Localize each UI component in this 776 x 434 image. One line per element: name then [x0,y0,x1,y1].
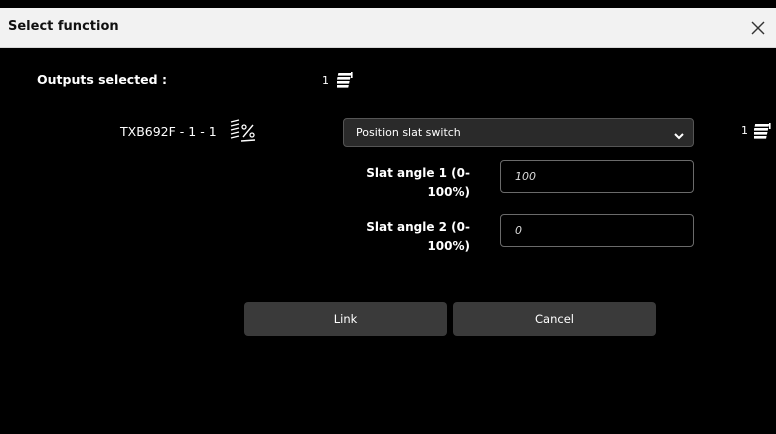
device-output-count: 1 [741,124,748,137]
dialog-title: Select function [8,19,119,34]
device-name: TXB692F - 1 - 1 [120,124,217,139]
slat-angle-2-input[interactable]: 0 [500,214,694,247]
outputs-selected-count: 1 [322,74,329,87]
blind-slat-percent-icon [229,119,257,143]
blind-stack-icon [337,70,355,90]
close-icon [751,21,765,35]
slat-angle-1-input[interactable]: 100 [500,160,694,193]
dialog-titlebar: Select function [0,8,776,48]
select-function-dialog: Select function Outputs selected : 1 TXB… [0,0,776,434]
blind-stack-icon [754,120,774,142]
slat-angle-1-label: Slat angle 1 (0- 100%) [366,166,470,199]
cancel-button[interactable]: Cancel [453,302,656,336]
link-button[interactable]: Link [244,302,447,336]
function-select-value: Position slat switch [356,126,461,139]
close-button[interactable] [746,16,770,40]
outputs-selected-label: Outputs selected : [37,72,167,87]
slat-angle-2-label: Slat angle 2 (0- 100%) [366,220,470,253]
function-select[interactable]: Position slat switch [343,118,694,147]
chevron-down-icon [673,128,685,146]
